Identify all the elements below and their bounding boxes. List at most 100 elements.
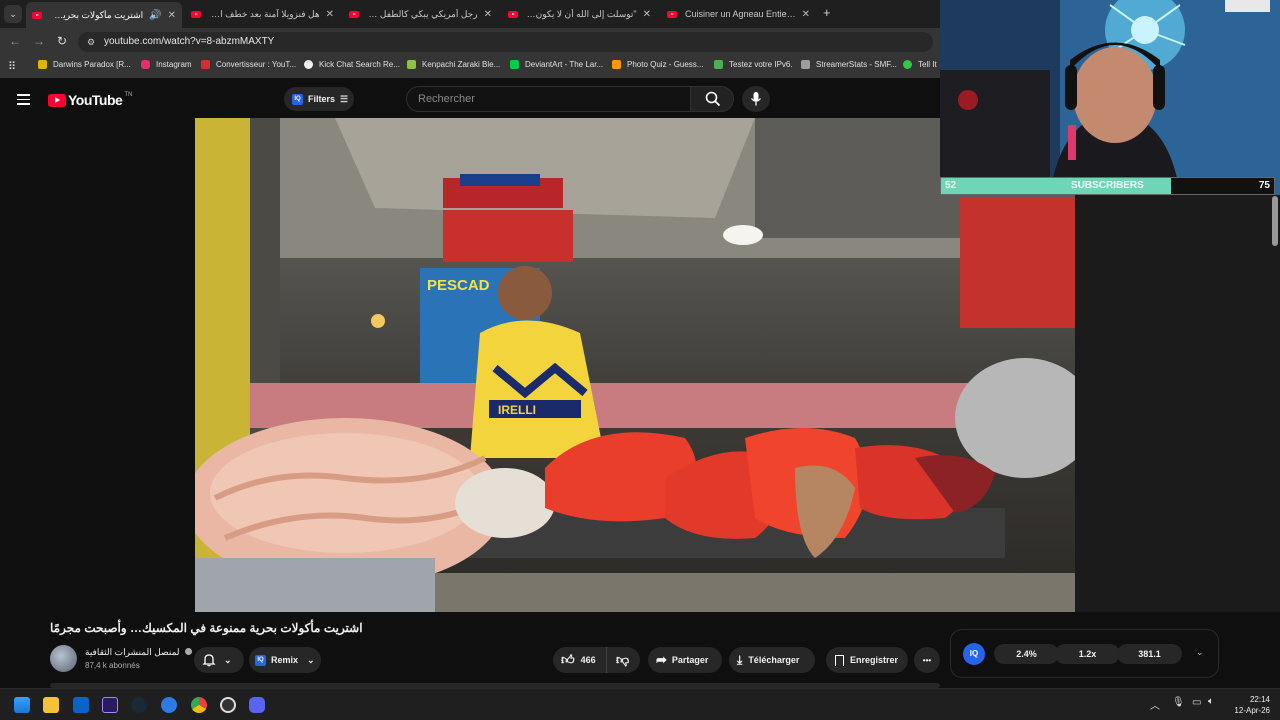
youtube-logo[interactable]: YouTube TN <box>48 92 132 108</box>
obs-icon[interactable] <box>220 697 236 713</box>
browser-tab-strip: ⌄ اشتريت مأكولات بحرية ممنو 🔊 ✕ هل فنزوي… <box>0 0 940 28</box>
volume-icon[interactable]: 🔈︎ <box>1208 696 1214 707</box>
apps-grid-icon[interactable]: ⠿ <box>8 60 16 73</box>
bookmark-favicon-icon <box>612 60 621 69</box>
menu-hamburger-icon[interactable] <box>17 91 30 108</box>
tab-3[interactable]: "توسلت إلى الله أن لا يكون الإسلا ✕ <box>502 3 657 25</box>
tab-1[interactable]: هل فنزويلا آمنة بعد خطف الرئيس ✕ <box>185 3 340 25</box>
tab-close-icon[interactable]: ✕ <box>643 9 651 20</box>
tab-0[interactable]: اشتريت مأكولات بحرية ممنو 🔊 ✕ <box>26 2 182 28</box>
download-button[interactable]: ⤓ Télécharger <box>729 647 815 673</box>
windows-start-icon[interactable] <box>14 697 30 713</box>
chevron-down-icon: ⌄ <box>224 654 232 665</box>
bookmark-favicon-icon <box>801 60 810 69</box>
share-label: Partager <box>671 655 709 665</box>
svg-text:PESCAD: PESCAD <box>427 277 490 294</box>
tab-close-icon[interactable]: ✕ <box>326 9 334 20</box>
tab-close-icon[interactable]: ✕ <box>802 9 810 20</box>
bookmark-item[interactable]: Testez votre IPv6. <box>714 60 793 69</box>
remix-button[interactable]: IQ Remix ⌄ <box>249 647 321 673</box>
like-button[interactable]: 👍︎ 466 <box>553 647 607 673</box>
youtube-header: YouTube TN IQ Filters ☰ Rechercher <box>0 80 940 118</box>
network-icon[interactable]: ▭ <box>1192 697 1201 708</box>
tab-2[interactable]: رجل أمريكي يبكي كالطفل عندما ✕ <box>343 3 498 25</box>
subscriber-goal: 75 <box>1258 180 1270 191</box>
clock-time: 22:14 <box>1249 695 1270 704</box>
bookmark-item[interactable]: Darwins Paradox [R... <box>38 60 131 69</box>
youtube-favicon-icon <box>349 10 359 18</box>
bookmark-item[interactable]: Tell It <box>903 60 937 69</box>
microphone-tray-icon[interactable]: 🎙︎ <box>1172 697 1185 708</box>
url-field[interactable]: ⚙ youtube.com/watch?v=8-abzmMAXTY <box>78 32 933 52</box>
bookmark-favicon-icon <box>201 60 210 69</box>
bookmark-item[interactable]: Photo Quiz - Guess... <box>612 60 703 69</box>
bookmark-favicon-icon <box>903 60 912 69</box>
voice-search-button[interactable] <box>742 86 770 112</box>
steam-icon[interactable] <box>131 697 147 713</box>
address-toolbar: ← → ↻ ⚙ youtube.com/watch?v=8-abzmMAXTY <box>0 28 940 56</box>
ambient-side-panel <box>1075 195 1280 612</box>
iq-stat-3: 381.1 <box>1117 644 1182 664</box>
microphone-icon <box>750 92 762 106</box>
save-button[interactable]: Enregistrer <box>826 647 908 673</box>
tab-title: اشتريت مأكولات بحرية ممنو <box>50 9 144 20</box>
country-code: TN <box>124 92 133 98</box>
channel-name[interactable]: لمنصل المنشرات الثقافية <box>85 647 193 658</box>
verified-icon <box>185 648 193 655</box>
iq-stats-widget: IQ 2.4% 1.2x 381.1 ⌄ <box>950 629 1219 678</box>
save-label: Enregistrer <box>850 655 899 665</box>
tab-close-icon[interactable]: ✕ <box>484 9 492 20</box>
youtube-wordmark: YouTube <box>68 92 123 108</box>
premiere-icon[interactable] <box>102 697 118 713</box>
scrollbar-thumb[interactable] <box>1272 196 1278 246</box>
tab-list-dropdown[interactable]: ⌄ <box>4 5 22 23</box>
system-clock[interactable]: 22:14 12-Apr-26 <box>1226 694 1270 716</box>
outlook-icon[interactable] <box>73 697 89 713</box>
file-explorer-icon[interactable] <box>43 697 59 713</box>
bookmark-item[interactable]: Kick Chat Search Re... <box>304 60 400 69</box>
thumbs-down-icon: 👎︎ <box>616 652 630 667</box>
download-label: Télécharger <box>748 655 800 665</box>
search-input[interactable]: Rechercher <box>406 86 691 112</box>
chrome-icon[interactable] <box>191 697 207 713</box>
back-arrow-icon[interactable]: ← <box>9 34 21 48</box>
streamer-webcam <box>940 0 1280 195</box>
deviantart-icon <box>510 60 519 69</box>
sliders-icon: ☰ <box>340 93 349 104</box>
bookmark-item[interactable]: Instagram <box>141 60 192 69</box>
more-actions-button[interactable]: ••• <box>914 647 940 673</box>
bookmark-item[interactable]: DeviantArt - The Lar... <box>510 60 603 69</box>
subscriber-label: SUBSCRIBERS <box>1071 180 1144 191</box>
notifications-button[interactable]: ⌄ <box>194 647 244 673</box>
webcam-frame <box>940 0 1280 195</box>
new-tab-button[interactable]: + <box>823 5 831 20</box>
instagram-icon <box>141 60 150 69</box>
discord-icon[interactable] <box>249 697 265 713</box>
thumbs-up-icon: 👍︎ <box>561 652 575 667</box>
iq-icon: IQ <box>292 93 303 105</box>
search-button[interactable] <box>690 86 734 112</box>
tab-close-icon[interactable]: ✕ <box>168 10 176 21</box>
bell-icon <box>202 654 216 667</box>
bookmark-item[interactable]: Convertisseur : YouT... <box>201 60 296 69</box>
tab-title: "توسلت إلى الله أن لا يكون الإسلا <box>526 8 637 19</box>
channel-avatar[interactable] <box>50 645 77 672</box>
app-icon[interactable] <box>161 697 177 713</box>
share-button[interactable]: ➦ Partager <box>648 647 722 673</box>
video-title: اشتريت مأكولات بحرية ممنوعة في المكسيك… … <box>50 621 363 635</box>
reload-icon[interactable]: ↻ <box>57 34 67 48</box>
iq-stat-2: 1.2x <box>1055 644 1120 664</box>
chevron-down-icon[interactable]: ⌄ <box>1196 647 1204 658</box>
tray-overflow-icon[interactable]: ︿ <box>1150 697 1160 712</box>
filters-button[interactable]: IQ Filters ☰ <box>284 87 354 111</box>
channel-subscribers: 87,4 k abonnés <box>85 661 140 670</box>
forward-arrow-icon[interactable]: → <box>33 34 45 48</box>
clock-date: 12-Apr-26 <box>1234 706 1270 715</box>
bookmark-item[interactable]: Kenpachi Zaraki Ble... <box>407 60 500 69</box>
dislike-button[interactable]: 👎︎ <box>607 652 629 668</box>
bookmark-item[interactable]: StreamerStats - SMF... <box>801 60 897 69</box>
subscriber-current: 52 <box>945 180 957 191</box>
site-info-icon[interactable]: ⚙ <box>87 32 95 52</box>
remix-label: Remix <box>271 655 299 665</box>
tab-4[interactable]: Cuisiner un Agneau Entier sous ✕ <box>661 3 816 25</box>
